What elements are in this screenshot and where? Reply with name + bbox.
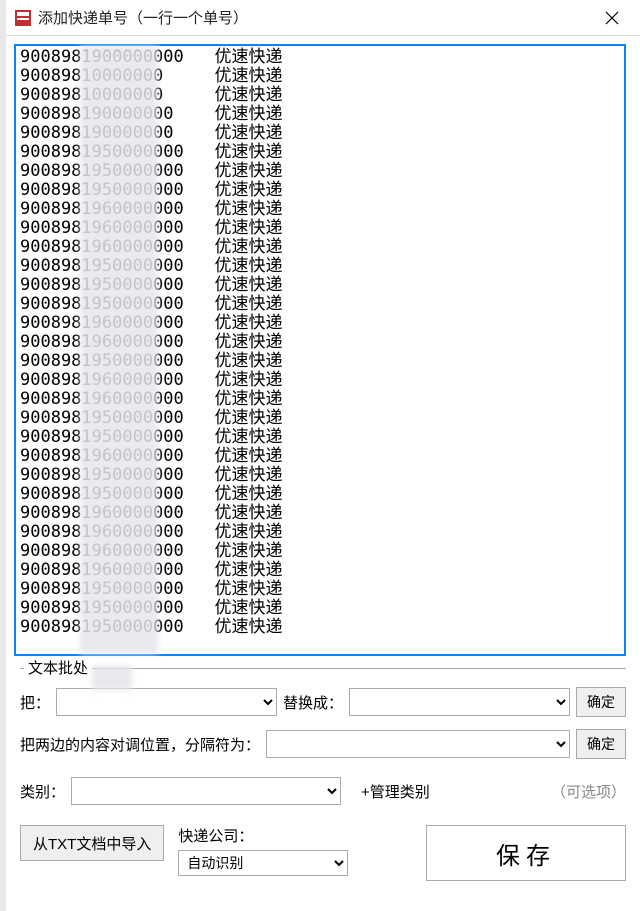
batch-section-label: 文本批处 (24, 657, 92, 678)
swap-label: 把两边的内容对调位置，分隔符为： (20, 734, 260, 755)
tracking-number-textarea[interactable] (16, 46, 624, 654)
form-area: 把： 替换成： 确定 把两边的内容对调位置，分隔符为： 确定 类别： +管理类别… (6, 669, 640, 825)
optional-label: （可选项） (551, 781, 626, 802)
replace-confirm-button[interactable]: 确定 (576, 687, 626, 717)
manage-category-link[interactable]: +管理类别 (361, 781, 430, 802)
window-title: 添加快递单号（一行一个单号） (38, 7, 592, 28)
replace-row: 把： 替换成： 确定 (20, 687, 626, 717)
category-label: 类别： (20, 781, 65, 802)
courier-label: 快递公司： (178, 825, 348, 846)
replace-from-input[interactable] (56, 688, 277, 716)
batch-section-divider: 文本批处 (20, 668, 626, 669)
replace-to-label: 替换成： (283, 692, 343, 713)
courier-column: 快递公司： 自动识别 (178, 825, 348, 876)
close-button[interactable] (592, 3, 632, 33)
bottom-area: 从TXT文档中导入 快递公司： 自动识别 保存 (6, 825, 640, 889)
courier-select[interactable]: 自动识别 (178, 850, 348, 876)
tracking-textarea-wrap (14, 44, 626, 656)
app-icon (14, 9, 32, 27)
swap-confirm-button[interactable]: 确定 (576, 729, 626, 759)
dialog-window: 添加快递单号（一行一个单号） 文本批处 把： 替换成： 确定 把两边的内容对调位… (0, 0, 640, 911)
save-button[interactable]: 保存 (426, 825, 626, 881)
swap-row: 把两边的内容对调位置，分隔符为： 确定 (20, 729, 626, 759)
import-txt-button[interactable]: 从TXT文档中导入 (20, 825, 164, 861)
swap-delimiter-input[interactable] (266, 730, 570, 758)
replace-from-label: 把： (20, 692, 50, 713)
category-select[interactable] (71, 777, 341, 805)
replace-to-input[interactable] (349, 688, 570, 716)
category-row: 类别： +管理类别 （可选项） (20, 777, 626, 805)
titlebar: 添加快递单号（一行一个单号） (6, 0, 640, 36)
